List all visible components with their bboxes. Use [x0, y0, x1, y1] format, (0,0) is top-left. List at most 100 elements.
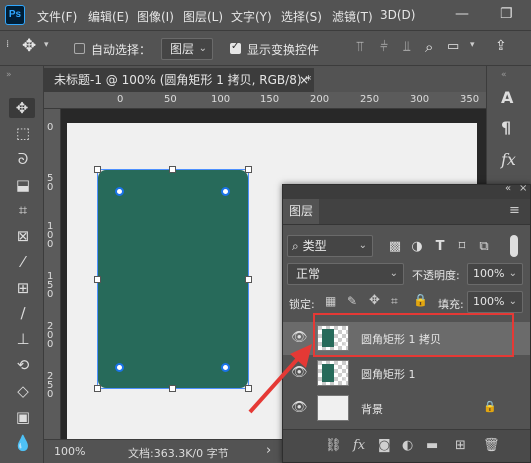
auto-select-checkbox[interactable]	[74, 43, 85, 54]
search-icon[interactable]: ⌕	[425, 38, 433, 56]
character-panel-icon[interactable]: A	[501, 88, 513, 107]
adjustment-layer-icon[interactable]: ◐	[402, 438, 413, 453]
annotation-arrow-icon	[248, 344, 312, 414]
collapse-icon[interactable]: «	[505, 183, 511, 194]
restore-icon[interactable]: ❐	[500, 6, 513, 22]
add-mask-icon[interactable]: ◙	[378, 438, 391, 453]
type-filter-icon[interactable]: T	[433, 240, 447, 254]
paragraph-panel-icon[interactable]: ¶	[501, 118, 511, 137]
fx-icon[interactable]: fx	[353, 438, 365, 453]
corner-radius-widget[interactable]	[221, 187, 230, 196]
document-tab[interactable]: 未标题-1 @ 100% (圆角矩形 1 拷贝, RGB/8) * ×	[44, 68, 314, 92]
smart-object-filter-icon[interactable]: ⧉	[477, 240, 491, 254]
brush-tool-icon[interactable]: ∕	[13, 303, 33, 323]
filter-toggle[interactable]	[510, 235, 518, 257]
lock-position-icon[interactable]: ✥	[369, 293, 380, 308]
healing-tool-icon[interactable]: ⊞	[13, 278, 33, 298]
lock-icon: 🔒	[483, 400, 497, 413]
move-tool-icon[interactable]: ✥	[22, 36, 36, 56]
transform-handle[interactable]	[169, 166, 176, 173]
group-icon[interactable]: ▬	[426, 438, 438, 453]
status-arrow-icon[interactable]: ›	[266, 443, 271, 458]
options-bar: ⁞ ✥ ▾ 自动选择： 图层 ⌄ 显示变换控件 ⫪ ⫩ ⫫ ⌕ ▭ ▾ ⇪	[0, 30, 531, 66]
fill-input[interactable]: 100% ⌄	[467, 291, 523, 313]
menu-select[interactable]: 选择(S)	[281, 8, 322, 25]
link-layers-icon[interactable]: ⛓	[325, 438, 342, 453]
chevron-down-icon[interactable]: ▾	[470, 40, 475, 50]
corner-radius-widget[interactable]	[115, 363, 124, 372]
lasso-tool-icon[interactable]: ᘐ	[13, 149, 33, 169]
marquee-tool-icon[interactable]: ⬚	[13, 123, 33, 143]
layer-row[interactable]: 👁 背景 🔒	[283, 392, 530, 425]
transform-bounding-box[interactable]	[97, 169, 249, 389]
collapse-icon[interactable]: «	[501, 70, 507, 80]
crop-tool-icon[interactable]: ⌗	[13, 200, 33, 220]
align-bottom-icon[interactable]: ⫫	[403, 39, 411, 55]
opacity-input[interactable]: 100% ⌄	[467, 263, 523, 285]
zoom-level[interactable]: 100%	[54, 445, 85, 458]
transform-handle[interactable]	[169, 385, 176, 392]
auto-select-target-dropdown[interactable]: 图层 ⌄	[161, 38, 213, 60]
auto-select-label: 自动选择：	[91, 43, 152, 57]
frame-tool-icon[interactable]: ⊠	[13, 226, 33, 246]
transform-handle[interactable]	[94, 276, 101, 283]
adjustment-filter-icon[interactable]: ◑	[410, 240, 424, 254]
minimize-icon[interactable]: —	[455, 6, 469, 22]
share-icon[interactable]: ⇪	[495, 38, 507, 54]
show-transform-checkbox[interactable]	[230, 41, 241, 54]
menu-image[interactable]: 图像(I)	[137, 8, 174, 25]
layer-name[interactable]: 圆角矩形 1	[361, 366, 416, 382]
layer-name[interactable]: 背景	[361, 401, 383, 417]
fx-panel-icon[interactable]: fx	[501, 150, 516, 169]
corner-radius-widget[interactable]	[115, 187, 124, 196]
ruler-label: 350	[460, 94, 480, 105]
menu-type[interactable]: 文字(Y)	[231, 8, 272, 25]
chevron-down-icon[interactable]: ▾	[44, 40, 49, 50]
stamp-tool-icon[interactable]: ⊥	[13, 329, 33, 349]
panel-menu-icon[interactable]: ≡	[509, 203, 520, 218]
quick-select-tool-icon[interactable]: ⬓	[13, 175, 33, 195]
menu-layer[interactable]: 图层(L)	[183, 8, 223, 25]
opacity-label: 不透明度:	[412, 269, 460, 282]
menu-filter[interactable]: 滤镜(T)	[332, 8, 373, 25]
ruler-horizontal: 0 50 100 150 200 250 300 350	[44, 92, 486, 109]
menu-edit[interactable]: 编辑(E)	[88, 8, 129, 25]
corner-radius-widget[interactable]	[221, 363, 230, 372]
layer-thumbnail-shape	[322, 364, 334, 382]
close-icon[interactable]: ×	[519, 183, 527, 194]
gradient-tool-icon[interactable]: ▣	[13, 407, 33, 427]
eyedropper-tool-icon[interactable]: ⁄	[13, 252, 33, 272]
blur-tool-icon[interactable]: 💧	[13, 433, 33, 453]
workspace-icon[interactable]: ▭	[447, 39, 459, 54]
transform-handle[interactable]	[245, 166, 252, 173]
lock-all-icon[interactable]: 🔒	[413, 293, 428, 307]
transform-handle[interactable]	[94, 166, 101, 173]
history-brush-icon[interactable]: ⟲	[13, 355, 33, 375]
lock-transparent-icon[interactable]: ▦	[325, 294, 336, 308]
document-tab-title: 未标题-1 @ 100% (圆角矩形 1 拷贝, RGB/8) *	[54, 73, 312, 87]
shape-filter-icon[interactable]: ⌑	[455, 240, 469, 254]
layer-row[interactable]: 👁 ⌑ 圆角矩形 1	[283, 357, 530, 390]
tab-layers[interactable]: 图层	[283, 199, 319, 224]
lock-pixels-icon[interactable]: ✎	[347, 294, 357, 308]
layer-filter-dropdown[interactable]: ⌕ 类型 ⌄	[287, 235, 373, 257]
blend-mode-value: 正常	[296, 267, 321, 281]
fill-value: 100%	[473, 295, 505, 308]
move-tool-icon[interactable]: ✥	[9, 98, 35, 118]
collapse-icon[interactable]: »	[6, 70, 12, 80]
align-vcenter-icon[interactable]: ⫩	[380, 39, 388, 55]
menu-3d[interactable]: 3D(D)	[380, 8, 415, 22]
close-icon[interactable]: ×	[299, 68, 309, 92]
transform-handle[interactable]	[245, 276, 252, 283]
eraser-tool-icon[interactable]: ◇	[13, 381, 33, 401]
lock-artboard-icon[interactable]: ⌗	[391, 294, 398, 309]
menu-file[interactable]: 文件(F)	[37, 8, 77, 25]
delete-layer-icon[interactable]: 🗑	[483, 438, 500, 453]
transform-handle[interactable]	[94, 385, 101, 392]
image-filter-icon[interactable]: ▩	[388, 240, 402, 254]
ruler-label: 1 5 0	[47, 271, 54, 300]
blend-mode-dropdown[interactable]: 正常 ⌄	[287, 263, 404, 285]
search-icon: ⌕	[292, 239, 299, 253]
align-top-icon[interactable]: ⫪	[356, 39, 364, 55]
new-layer-icon[interactable]: ⊞	[455, 438, 466, 453]
